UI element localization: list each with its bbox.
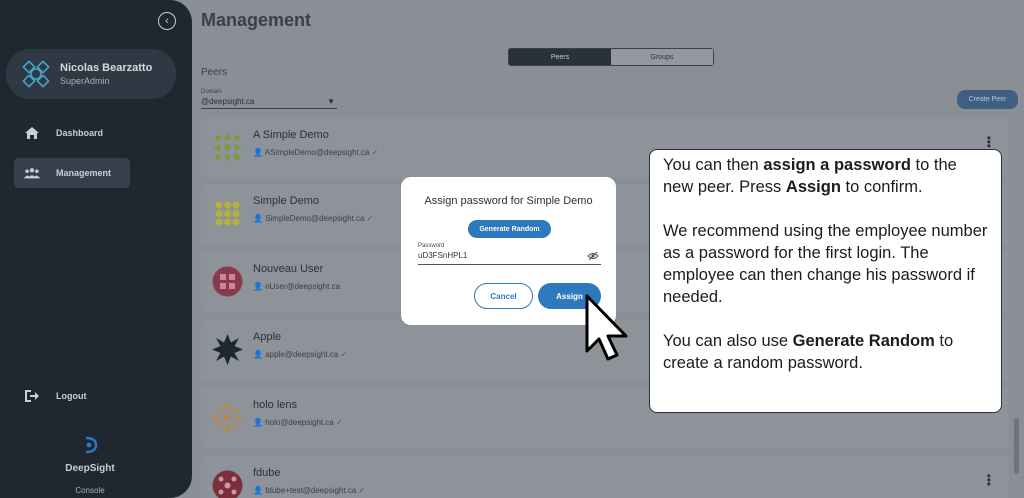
sidebar-item-management[interactable]: Management <box>14 158 130 188</box>
callout-paragraph: You can also use Generate Random to crea… <box>663 332 954 372</box>
chevron-down-icon: ▼ <box>327 97 335 106</box>
tab-peers[interactable]: Peers <box>509 49 611 65</box>
sidebar: ‹ Nicolas Bearzatto SuperAdmin Dashboard… <box>0 0 192 498</box>
brand-sub: Console <box>75 486 105 495</box>
logout-label: Logout <box>56 391 87 401</box>
profile-name: Nicolas Bearzatto <box>60 62 153 74</box>
peer-email: 👤 ASimpleDemo@deepsight.ca ✓ <box>253 148 379 157</box>
profile-card[interactable]: Nicolas Bearzatto SuperAdmin <box>6 49 176 99</box>
deepsight-logo-icon <box>85 436 98 454</box>
verified-check-icon: ✓ <box>366 214 374 223</box>
avatar <box>22 60 50 88</box>
peer-name: Apple <box>253 331 282 343</box>
create-peer-button[interactable]: Create Peer <box>957 90 1018 109</box>
peer-name: Simple Demo <box>253 195 320 207</box>
sidebar-item-dashboard[interactable]: Dashboard <box>14 118 130 148</box>
verified-check-icon: ✓ <box>371 148 379 157</box>
logout-icon <box>24 389 40 403</box>
domain-caption: Domain <box>201 89 222 95</box>
profile-role: SuperAdmin <box>60 76 110 86</box>
verified-check-icon: ✓ <box>340 350 348 359</box>
peer-name: holo lens <box>253 399 298 411</box>
users-icon <box>24 166 40 180</box>
peer-email: 👤 nUser@deepsight.ca <box>253 282 341 291</box>
peer-email: 👤 fdube+test@deepsight.ca ✓ <box>253 486 366 495</box>
password-caption: Password <box>418 243 445 249</box>
eye-slash-icon[interactable] <box>587 251 599 261</box>
kebab-menu-icon[interactable]: • • • <box>987 132 991 152</box>
avatar <box>212 266 243 297</box>
view-toggle: Peers Groups <box>508 48 714 66</box>
avatar <box>215 201 240 226</box>
section-label: Peers <box>201 67 228 78</box>
brand-name: DeepSight <box>65 463 115 474</box>
tab-groups[interactable]: Groups <box>611 49 713 65</box>
peer-name: Nouveau User <box>253 263 324 275</box>
avatar <box>213 133 242 162</box>
sidebar-item-label: Management <box>56 168 112 178</box>
domain-value: @deepsight.ca <box>201 97 255 106</box>
password-field[interactable]: uD3FSnHPL1 <box>418 251 601 265</box>
callout-paragraph: You can then assign a password to the ne… <box>663 156 957 196</box>
domain-select[interactable]: Domain @deepsight.ca ▼ <box>201 89 337 109</box>
peer-name: fdube <box>253 467 281 479</box>
cancel-button[interactable]: Cancel <box>474 283 533 309</box>
peer-email: 👤 SimpleDemo@deepsight.ca ✓ <box>253 214 374 223</box>
logout-button[interactable]: Logout <box>14 381 130 411</box>
dialog-title: Assign password for Simple Demo <box>424 195 593 207</box>
generate-random-button[interactable]: Generate Random <box>468 220 551 238</box>
brand: DeepSight Console <box>0 436 180 495</box>
kebab-menu-icon[interactable]: • • • <box>987 470 991 490</box>
sidebar-item-label: Dashboard <box>56 128 104 138</box>
avatar <box>212 470 243 498</box>
peer-email: 👤 apple@deepsight.ca ✓ <box>253 350 348 359</box>
callout-paragraph: We recommend using the employee number a… <box>663 222 988 306</box>
peer-email: 👤 holo@deepsight.ca ✓ <box>253 418 343 427</box>
home-icon <box>24 126 40 140</box>
verified-check-icon: ✓ <box>358 486 366 495</box>
verified-check-icon: ✓ <box>336 418 343 427</box>
collapse-sidebar-icon[interactable]: ‹ <box>158 12 176 30</box>
avatar <box>213 403 242 432</box>
password-value: uD3FSnHPL1 <box>418 251 468 260</box>
pointer-cursor-icon <box>585 294 628 361</box>
tutorial-callout: You can then assign a password to the ne… <box>649 149 1002 413</box>
scrollbar[interactable] <box>1014 418 1019 474</box>
peer-name: A Simple Demo <box>253 129 329 141</box>
avatar <box>212 334 243 365</box>
list-item[interactable]: fdube 👤 fdube+test@deepsight.ca ✓ • • • <box>201 456 1009 498</box>
page-title: Management <box>201 10 312 30</box>
